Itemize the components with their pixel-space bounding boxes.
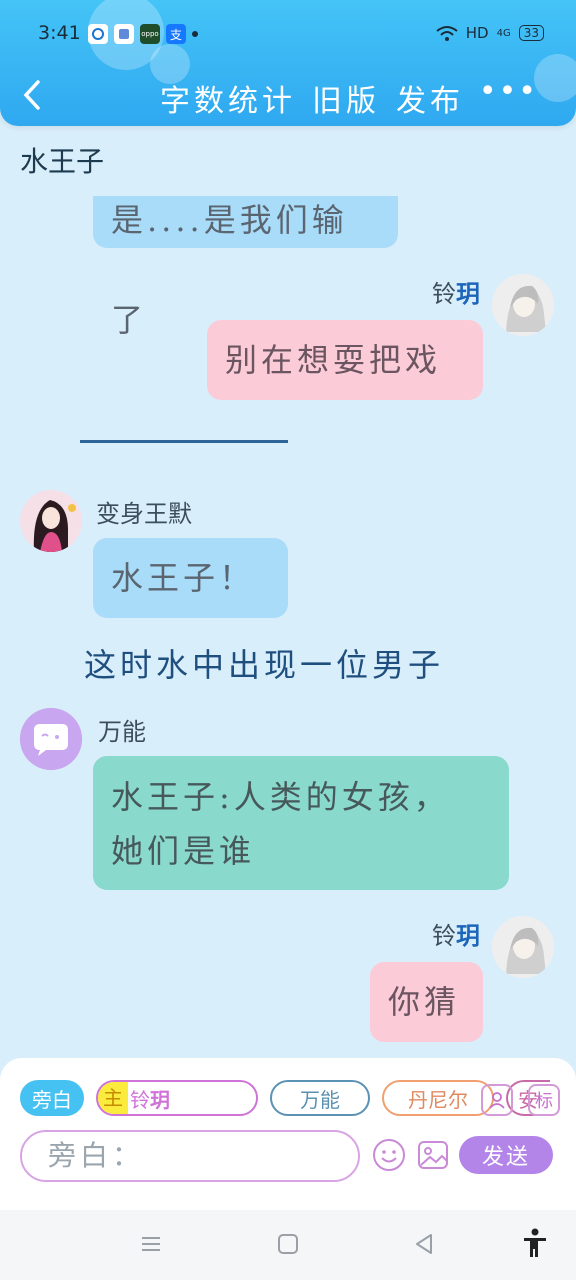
message-text: 你猜 [388,983,461,1021]
more-button[interactable]: ••• [479,74,538,109]
message-line: 她们是谁 [111,832,256,870]
speaker-name: 变身王默 [96,500,192,528]
oppo-icon: oppo [140,24,160,44]
decorative-bubble [534,54,576,102]
circle-app-icon [88,24,108,44]
home-button[interactable] [277,1232,299,1262]
message-bubble[interactable]: 水王子:人类的女孩， 她们是谁 [93,756,509,890]
wifi-icon [436,26,458,41]
system-nav-bar [0,1210,576,1280]
message-bubble[interactable]: 你猜 [370,962,483,1042]
role-chip-narration[interactable]: 旁白 [20,1080,84,1116]
alipay-icon: 支 [166,24,186,44]
main-role-name: 铃玥 [130,1087,170,1112]
publish-button[interactable]: 发布 [396,76,464,120]
avatar[interactable] [20,708,82,770]
old-version-button[interactable]: 旧版 [312,76,380,120]
app-header: 3:41 oppo 支 HD 4G 33 字数统计 旧版 发布 ••• [0,0,576,126]
avatar[interactable] [20,490,82,552]
role-chip-danier[interactable]: 丹尼尔 [382,1080,494,1116]
role-chip-main[interactable]: 主 铃玥 [96,1080,258,1116]
avatar[interactable] [492,916,554,978]
battery-icon: 33 [518,25,544,41]
message-text: 别在想耍把戏 [225,341,442,379]
message-input[interactable]: 旁白： [20,1130,360,1182]
recent-apps-button[interactable] [140,1232,162,1262]
image-button[interactable] [416,1138,450,1172]
input-panel: 旁白 主 铃玥 万能 丹尼尔 安 标 旁白： 发送 [0,1058,576,1210]
speaker-name: 万能 [98,718,146,746]
role-chip-wanneng[interactable]: 万能 [270,1080,370,1116]
message-bubble[interactable]: 水王子！ [93,538,288,618]
system-status: HD 4G 33 [436,24,544,42]
chat-area[interactable]: 是....是我们输了 铃玥 别在想耍把戏 变身王默 水王子！ 这时水中出现一位男… [0,196,576,1056]
chat-title: 水王子 [20,145,105,178]
square-icon [278,1234,298,1254]
chevron-left-icon [23,80,40,110]
main-role-tag: 主 [98,1082,128,1114]
person-icon [489,1092,505,1109]
send-button[interactable]: 发送 [459,1136,553,1174]
character-avatar-icon [492,274,554,336]
accessibility-button[interactable] [522,1228,548,1265]
message-text: 是....是我们输了 [111,201,348,339]
back-button[interactable] [20,78,50,114]
notification-icons: oppo 支 [88,24,198,44]
word-count-button[interactable]: 字数统计 [160,76,296,120]
back-nav-button[interactable] [413,1232,435,1262]
message-text: 水王子！ [111,559,256,597]
square-app-icon [114,24,134,44]
status-time: 3:41 [38,22,81,44]
hd-label: HD [465,24,489,42]
more-notifications-dot [192,31,198,37]
smile-icon [373,1139,405,1171]
speaker-name: 铃玥 [432,921,480,950]
character-avatar-icon [492,916,554,978]
triangle-back-icon [416,1234,432,1254]
header-actions: 字数统计 旧版 发布 [160,76,464,120]
message-bubble[interactable]: 是....是我们输了 [93,196,398,339]
add-role-button[interactable] [481,1084,513,1116]
speaker-name: 铃玥 [432,279,480,308]
signal-icon: 4G [496,27,511,39]
narration-text[interactable]: 这时水中出现一位男子 [84,640,444,686]
message-bubble[interactable]: 别在想耍把戏 [207,320,483,400]
character-avatar-icon [20,490,82,552]
accessibility-icon [524,1228,546,1257]
divider [80,440,288,443]
chat-bubble-icon [20,708,82,770]
role-selector: 旁白 主 铃玥 万能 丹尼尔 安 [20,1080,550,1116]
mark-button[interactable]: 标 [528,1084,560,1116]
emoji-button[interactable] [372,1138,406,1172]
menu-icon [142,1237,160,1251]
avatar[interactable] [492,274,554,336]
image-icon [418,1141,448,1169]
message-line: 水王子:人类的女孩， [111,778,450,816]
